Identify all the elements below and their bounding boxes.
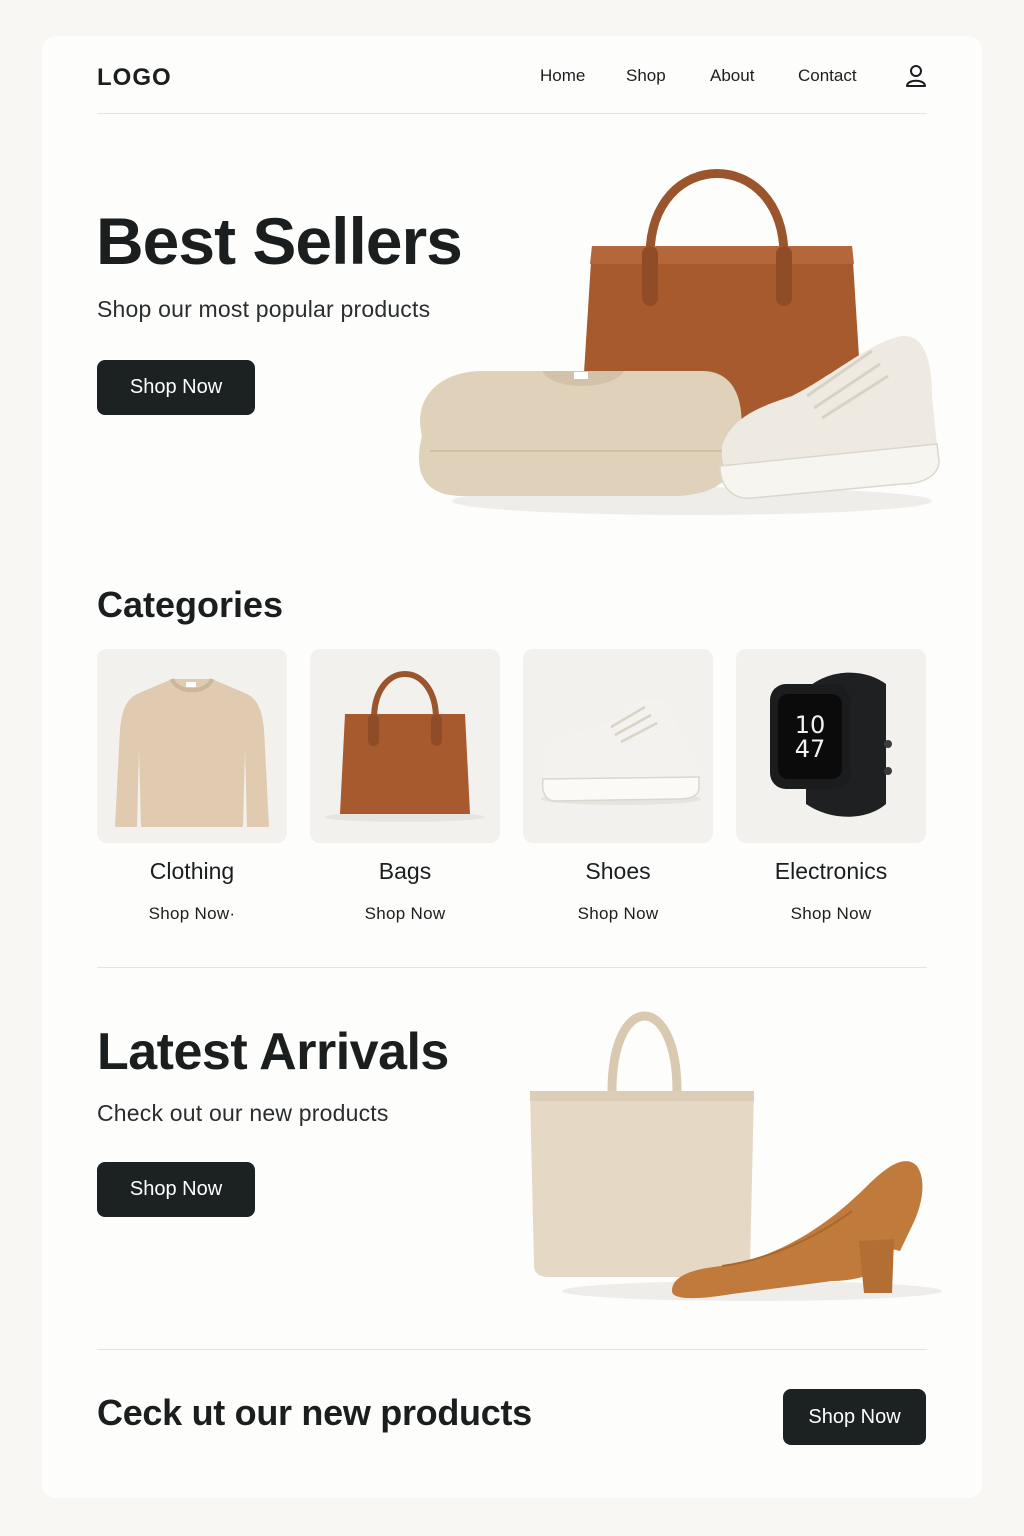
arrivals-title: Latest Arrivals — [97, 1023, 449, 1081]
category-name-shoes: Shoes — [585, 858, 651, 884]
logo[interactable]: LOGO — [97, 64, 172, 92]
handbag-image — [325, 671, 485, 822]
watch-minute: 47 — [795, 735, 826, 763]
arrivals-divider — [97, 1349, 927, 1350]
header-divider — [97, 113, 927, 114]
hero-subtitle: Shop our most popular products — [97, 296, 431, 322]
banner-shop-now-button[interactable]: Shop Now — [783, 1389, 926, 1445]
categories-title: Categories — [97, 584, 284, 625]
category-card-clothing[interactable] — [97, 649, 287, 843]
category-card-bags[interactable] — [310, 649, 500, 843]
nav-home[interactable]: Home — [540, 66, 585, 86]
nav-about[interactable]: About — [710, 66, 754, 86]
nav-shop[interactable]: Shop — [626, 66, 666, 86]
category-card-electronics[interactable]: 10 47 — [736, 649, 926, 843]
user-icon[interactable] — [904, 63, 928, 89]
category-link-electronics[interactable]: Shop Now — [736, 904, 926, 924]
page-card: LOGO Home Shop About Contact Best Seller… — [42, 36, 982, 1498]
banner-text: Ceck ut our new products — [97, 1392, 532, 1433]
hero-shop-now-button[interactable]: Shop Now — [97, 360, 255, 415]
nav-contact[interactable]: Contact — [798, 66, 857, 86]
category-name-clothing: Clothing — [149, 858, 235, 884]
hero-products-image — [402, 146, 942, 526]
smartwatch-image: 10 47 — [770, 672, 892, 817]
category-name-bags: Bags — [378, 858, 432, 884]
category-card-shoes[interactable] — [523, 649, 713, 843]
arrivals-shop-now-button[interactable]: Shop Now — [97, 1162, 255, 1217]
sweater-image — [115, 678, 269, 827]
arrivals-subtitle: Check out our new products — [97, 1100, 389, 1126]
category-link-bags[interactable]: Shop Now — [310, 904, 500, 924]
category-link-clothing[interactable]: Shop Now· — [97, 904, 287, 924]
arrivals-products-image — [522, 991, 942, 1311]
sneaker-image — [541, 699, 701, 805]
category-name-electronics: Electronics — [774, 858, 888, 884]
categories-divider — [97, 967, 927, 968]
category-link-shoes[interactable]: Shop Now — [523, 904, 713, 924]
